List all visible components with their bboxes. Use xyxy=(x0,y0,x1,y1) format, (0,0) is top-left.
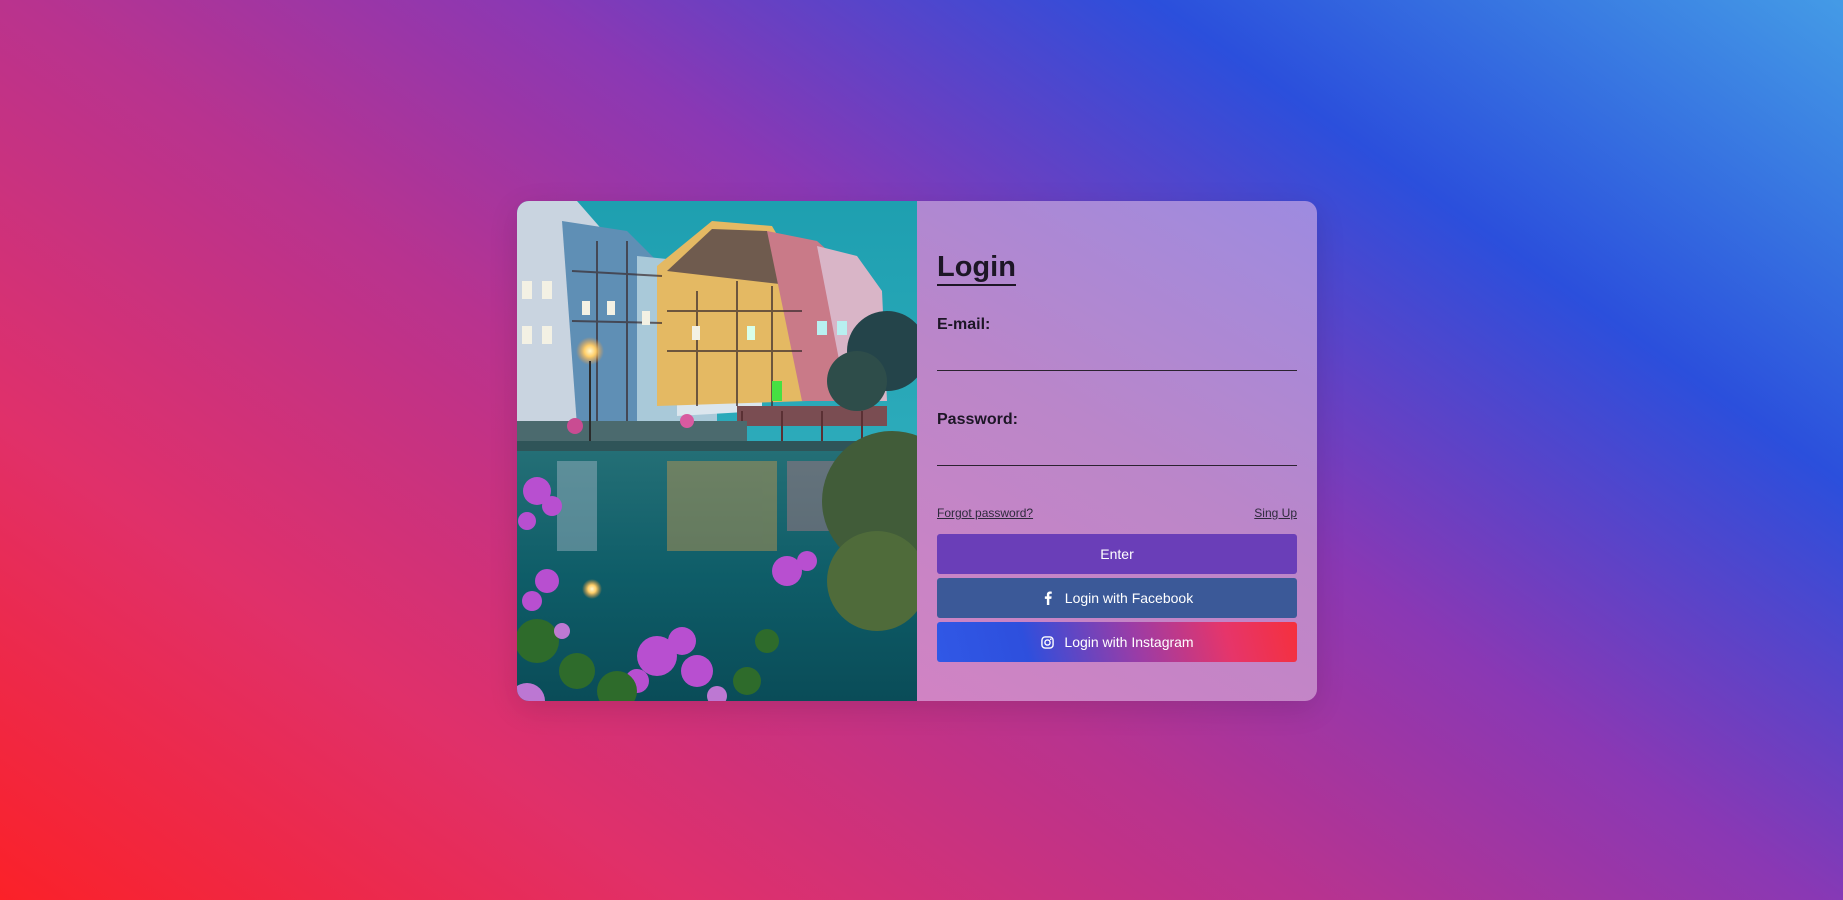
login-panel: Login E-mail: Password: Forgot password?… xyxy=(917,201,1317,701)
instagram-login-button[interactable]: Login with Instagram xyxy=(937,622,1297,662)
email-field[interactable] xyxy=(937,340,1297,371)
instagram-button-label: Login with Instagram xyxy=(1064,634,1194,650)
email-group: E-mail: xyxy=(937,316,1297,371)
password-label: Password: xyxy=(937,411,1018,428)
town-canal-photo xyxy=(517,201,917,701)
facebook-button-label: Login with Facebook xyxy=(1064,590,1194,606)
enter-button[interactable]: Enter xyxy=(937,534,1297,574)
email-label: E-mail: xyxy=(937,316,991,333)
enter-button-label: Enter xyxy=(1100,546,1134,562)
auth-links: Forgot password? Sing Up xyxy=(937,506,1297,520)
password-field[interactable] xyxy=(937,435,1297,466)
facebook-login-button[interactable]: Login with Facebook xyxy=(937,578,1297,618)
facebook-icon xyxy=(1041,591,1055,605)
login-title: Login xyxy=(937,251,1016,286)
sign-up-link[interactable]: Sing Up xyxy=(1254,506,1297,520)
instagram-icon xyxy=(1040,635,1054,649)
login-card: Login E-mail: Password: Forgot password?… xyxy=(517,201,1317,701)
password-group: Password: xyxy=(937,411,1297,466)
forgot-password-link[interactable]: Forgot password? xyxy=(937,506,1033,520)
